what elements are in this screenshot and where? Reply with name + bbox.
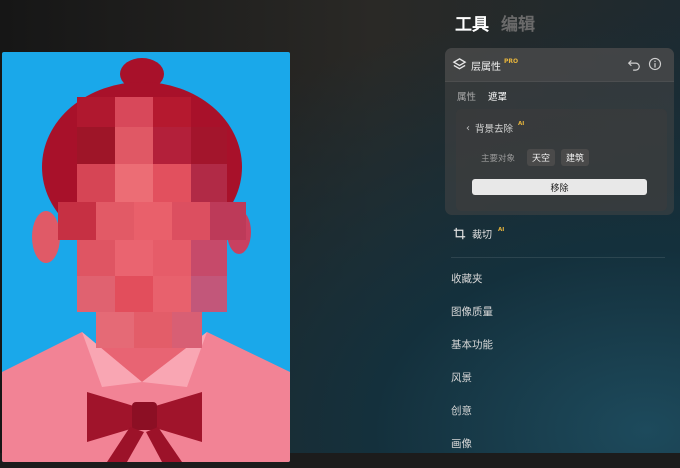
crop-icon — [453, 227, 466, 240]
divider — [451, 257, 665, 258]
menu-item-portrait[interactable]: 画像 — [451, 435, 493, 468]
tab-tools[interactable]: 工具 — [455, 10, 489, 35]
chevron-left-icon: ‹ — [466, 122, 470, 134]
menu-item-creative[interactable]: 创意 — [451, 402, 493, 435]
chip-building[interactable]: 建筑 — [561, 149, 590, 166]
tools-panel: 工具 编辑 层属性 PRO 属性 遮罩 ‹ 背景去除 AI 主要对象 天空 建筑… — [445, 0, 675, 453]
info-icon[interactable] — [648, 57, 662, 71]
menu-item-image-quality[interactable]: 图像质量 — [451, 303, 493, 336]
crop-label: 裁切 — [472, 230, 492, 241]
menu-item-basic[interactable]: 基本功能 — [451, 336, 493, 369]
photo-canvas[interactable] — [2, 52, 290, 462]
layers-icon — [452, 58, 467, 70]
layer-properties-title: 层属性 — [471, 62, 501, 73]
panel-tabs: 工具 编辑 — [455, 10, 535, 35]
menu-item-favorites[interactable]: 收藏夹 — [451, 270, 493, 303]
menu-item-landscape[interactable]: 风景 — [451, 369, 493, 402]
layer-properties-header[interactable]: 层属性 PRO — [445, 48, 674, 82]
layer-subtabs: 属性 遮罩 — [457, 89, 507, 103]
pro-badge: PRO — [504, 58, 519, 65]
background-removal-label: 背景去除 — [475, 124, 514, 135]
ai-badge: AI — [518, 121, 525, 127]
undo-icon[interactable] — [627, 57, 641, 71]
tool-menu: 收藏夹 图像质量 基本功能 风景 创意 画像 — [451, 270, 493, 468]
tab-edit[interactable]: 编辑 — [501, 10, 535, 35]
background-removal-back[interactable]: ‹ 背景去除 AI — [466, 121, 524, 135]
subtab-mask[interactable]: 遮罩 — [488, 89, 507, 103]
subject-row: 主要对象 天空 建筑 — [481, 149, 590, 166]
crop-ai-badge: AI — [498, 226, 505, 233]
layer-properties-card: 层属性 PRO 属性 遮罩 ‹ 背景去除 AI 主要对象 天空 建筑 移除 — [445, 48, 674, 215]
background-removal-section: ‹ 背景去除 AI 主要对象 天空 建筑 移除 — [456, 109, 667, 211]
subject-label: 主要对象 — [481, 153, 516, 164]
remove-button[interactable]: 移除 — [472, 179, 647, 195]
pixelated-portrait-image — [2, 58, 290, 462]
chip-sky[interactable]: 天空 — [527, 149, 556, 166]
subtab-properties[interactable]: 属性 — [457, 89, 476, 103]
crop-tool[interactable]: 裁切 AI — [453, 226, 504, 241]
